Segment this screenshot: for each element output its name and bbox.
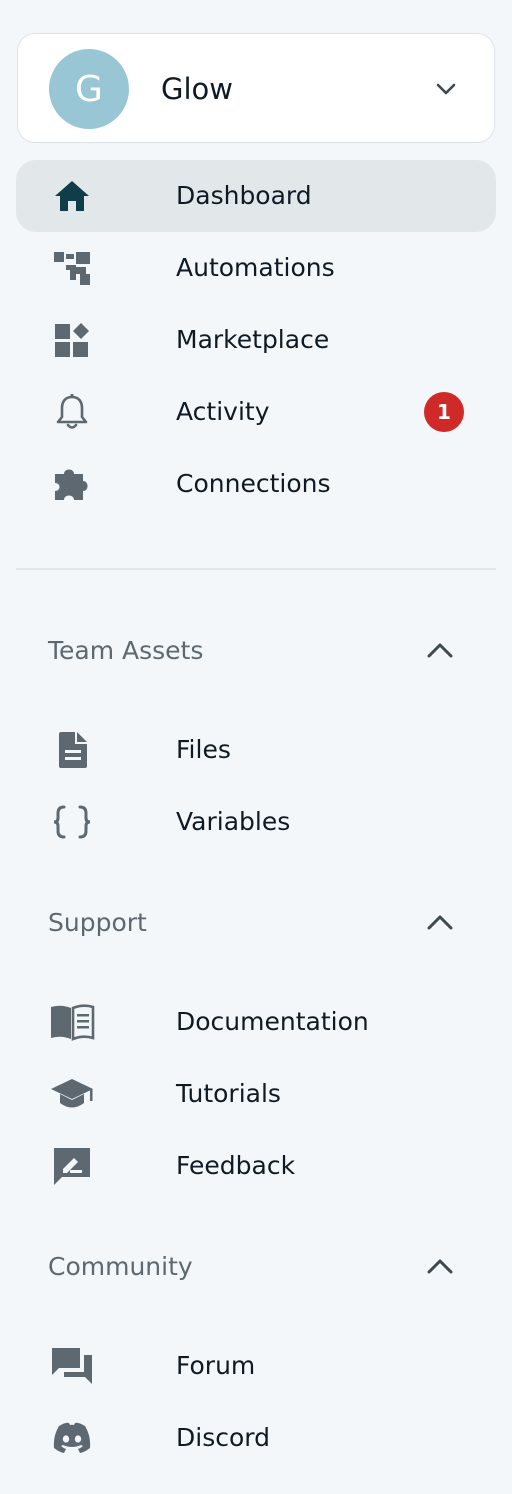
nav-item-label: Dashboard bbox=[176, 181, 312, 210]
nav-item-forum[interactable]: Forum bbox=[16, 1330, 496, 1402]
widgets-icon bbox=[48, 320, 96, 360]
section-divider bbox=[16, 568, 496, 570]
nav-item-label: Marketplace bbox=[176, 325, 330, 354]
flow-icon bbox=[48, 248, 96, 288]
nav-item-label: Variables bbox=[176, 807, 291, 836]
chevron-down-icon[interactable] bbox=[434, 77, 458, 101]
file-icon bbox=[48, 730, 96, 770]
chevron-up-icon[interactable] bbox=[426, 1255, 454, 1279]
book-icon bbox=[48, 1002, 96, 1042]
chevron-up-icon[interactable] bbox=[426, 639, 454, 663]
nav-item-files[interactable]: Files bbox=[16, 714, 496, 786]
bell-icon bbox=[48, 392, 96, 432]
workspace-initial: G bbox=[75, 68, 103, 110]
nav-item-label: Discord bbox=[176, 1423, 270, 1452]
section-title: Team Assets bbox=[48, 636, 204, 665]
section-title: Support bbox=[48, 908, 147, 937]
workspace-switcher[interactable]: G Glow bbox=[17, 33, 495, 143]
nav-item-documentation[interactable]: Documentation bbox=[16, 986, 496, 1058]
nav-item-automations[interactable]: Automations bbox=[16, 232, 496, 304]
nav-item-feedback[interactable]: Feedback bbox=[16, 1130, 496, 1202]
nav-item-label: Tutorials bbox=[176, 1079, 281, 1108]
nav-item-label: Forum bbox=[176, 1351, 256, 1380]
nav-item-dashboard[interactable]: Dashboard bbox=[16, 160, 496, 232]
discord-icon bbox=[48, 1418, 96, 1458]
home-icon bbox=[48, 176, 96, 216]
puzzle-icon bbox=[48, 464, 96, 504]
nav-item-label: Connections bbox=[176, 469, 331, 498]
section-header-support[interactable]: Support bbox=[16, 895, 496, 951]
section-header-community[interactable]: Community bbox=[16, 1239, 496, 1295]
nav-item-label: Automations bbox=[176, 253, 335, 282]
nav-item-label: Feedback bbox=[176, 1151, 296, 1180]
forum-icon bbox=[48, 1346, 96, 1386]
workspace-name: Glow bbox=[161, 72, 233, 106]
section-header-team-assets[interactable]: Team Assets bbox=[16, 623, 496, 679]
workspace-avatar: G bbox=[49, 49, 129, 129]
nav-item-tutorials[interactable]: Tutorials bbox=[16, 1058, 496, 1130]
feedback-icon bbox=[48, 1146, 96, 1186]
nav-item-connections[interactable]: Connections bbox=[16, 448, 496, 520]
chevron-up-icon[interactable] bbox=[426, 911, 454, 935]
notification-badge: 1 bbox=[424, 392, 464, 432]
nav-item-label: Activity bbox=[176, 397, 270, 426]
braces-icon bbox=[48, 802, 96, 842]
nav-item-label: Files bbox=[176, 735, 231, 764]
section-title: Community bbox=[48, 1252, 193, 1281]
nav-item-variables[interactable]: Variables bbox=[16, 786, 496, 858]
nav-item-discord[interactable]: Discord bbox=[16, 1402, 496, 1474]
nav-item-activity[interactable]: Activity 1 bbox=[16, 376, 496, 448]
nav-item-label: Documentation bbox=[176, 1007, 369, 1036]
graduation-cap-icon bbox=[48, 1074, 96, 1114]
nav-item-marketplace[interactable]: Marketplace bbox=[16, 304, 496, 376]
